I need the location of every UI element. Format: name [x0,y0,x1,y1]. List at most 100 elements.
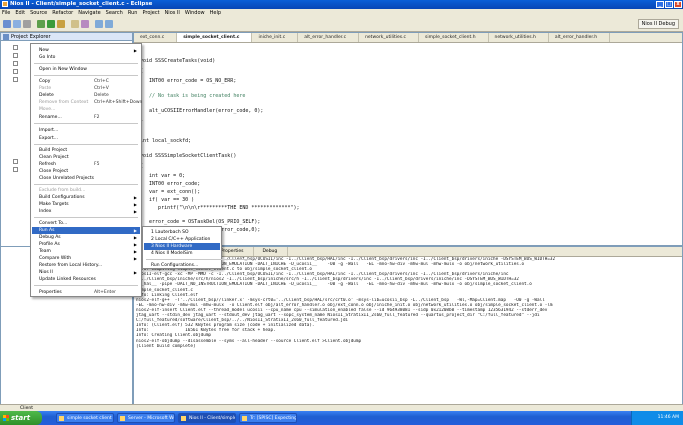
taskbar-button[interactable]: Server - Microsoft Wo... [117,413,175,423]
expand-icon[interactable] [13,61,18,66]
menu-item-build-project[interactable]: Build Project [32,147,140,154]
run-icon[interactable] [47,20,55,28]
open-type-icon[interactable] [71,20,79,28]
editor-tab[interactable]: network_utilities.c [359,33,419,42]
search-icon[interactable] [81,20,89,28]
tree-node[interactable] [13,77,20,83]
status-bar: Client [0,404,683,411]
menu-item-run-configurations[interactable]: Run Configurations... [144,262,220,269]
console-line: [Client build complete] [136,343,196,349]
menu-item-convert-to[interactable]: Convert To... [32,220,140,227]
start-button[interactable]: start [0,411,42,425]
menu-item-team[interactable]: Team ▶ [32,248,140,255]
menu-item-run-as[interactable]: Run As ▶ [32,227,140,234]
editor-tab[interactable]: alt_error_handler.h [549,33,611,42]
menu-navigate[interactable]: Navigate [78,9,100,17]
expand-icon[interactable] [13,69,18,74]
menu-item-4-nios-ii-modelsim[interactable]: 4 Nios II ModelSim [144,250,220,257]
print-icon[interactable] [23,20,31,28]
menu-item-go-into[interactable]: Go Into [32,54,140,61]
maximize-button[interactable]: □ [665,1,673,8]
menu-window[interactable]: Window [185,9,205,17]
close-button[interactable]: x [674,1,682,8]
menu-item-compare-with[interactable]: Compare With ▶ [32,255,140,262]
tab-debug[interactable]: Debug [254,247,289,256]
menu-source[interactable]: Source [30,9,47,17]
minimize-button[interactable]: _ [656,1,664,8]
menu-edit[interactable]: Edit [15,9,25,17]
new-icon[interactable] [3,20,11,28]
editor-tab[interactable]: iniche_init.c [252,33,299,42]
expand-icon[interactable] [13,77,18,82]
menu-item-new[interactable]: New ▶ [32,47,140,54]
menu-item-close-unrelated-projects[interactable]: Close Unrelated Projects [32,175,140,182]
menu-item-profile-as[interactable]: Profile As ▶ [32,241,140,248]
taskbar-button-active[interactable]: Nios II - Client/simple... [178,413,236,423]
menu-item-nios-ii[interactable]: Nios II ▶ [32,269,140,276]
menu-item-clean-project[interactable]: Clean Project [32,154,140,161]
editor-tab[interactable]: ext_conn.c [134,33,178,42]
menu-run[interactable]: Run [128,9,138,17]
external-tools-icon[interactable] [57,20,65,28]
menu-item-debug-as[interactable]: Debug As ▶ [32,234,140,241]
menu-item-open-in-new-window[interactable]: Open in New Window [32,66,140,73]
expand-icon[interactable] [13,167,18,172]
menu-item-copy[interactable]: Copy Ctrl+C [32,78,140,85]
menu-refactor[interactable]: Refactor [52,9,73,17]
menu-search[interactable]: Search [106,9,123,17]
tree-node[interactable] [13,159,20,165]
menu-item-move: Move... [32,106,140,113]
menu-item-export[interactable]: Export... [32,135,140,142]
context-menu: New ▶ Go Into Open in New Window Copy Ctrl+C P… [30,43,142,297]
menu-item-build-configurations[interactable]: Build Configurations ▶ [32,194,140,201]
menu-item-label: Go Into [39,55,56,60]
forward-icon[interactable] [105,20,113,28]
editor-tab[interactable]: alt_error_handler.c [298,33,360,42]
editor-tab[interactable]: simple_socket_client.h [419,33,489,42]
menu-item-3-nios-ii-hardware[interactable]: 3 Nios II Hardware [144,243,220,250]
menu-item-label: Properties [39,290,62,295]
tree-node[interactable] [13,61,20,67]
menu-item-delete[interactable]: Delete Delete [32,92,140,99]
perspective-label: Nios II Debug [641,21,675,27]
editor-tab[interactable]: network_utilities.h [489,33,549,42]
expand-icon[interactable] [13,45,18,50]
menu-project[interactable]: Project [142,9,159,17]
console-output[interactable]: niosII-elf-gcc -xc -MP -MMD -c -I../Clie… [134,257,682,405]
menu-item-update-linked-resources[interactable]: Update Linked Resources [32,276,140,283]
menu-file[interactable]: File [2,9,10,17]
code-line: if( var == 30 ) [140,197,195,203]
save-icon[interactable] [13,20,21,28]
tree-node[interactable] [13,53,20,59]
menu-shortcut: F5 [94,162,100,167]
debug-icon[interactable] [37,20,45,28]
tree-node[interactable] [13,45,20,51]
menu-item-make-targets[interactable]: Make Targets ▶ [32,201,140,208]
taskbar-button[interactable]: Tr: [SPISC] Expecting S... [239,413,297,423]
back-icon[interactable] [95,20,103,28]
menu-item-1-lauterbach-so[interactable]: 1 Lauterbach SO [144,229,220,236]
menu-item-label: Run Configurations... [151,263,199,268]
editor-tab-active[interactable]: simple_socket_client.c [177,33,253,42]
menu-item-index[interactable]: Index ▶ [32,208,140,215]
menu-item-label: Run As [39,228,55,233]
windows-taskbar: start simple socket client Server - Micr… [0,411,683,425]
menu-item-restore-from-local-history[interactable]: Restore from Local History... [32,262,140,269]
tree-node[interactable] [13,167,20,173]
menu-nios-ii[interactable]: Nios II [165,9,180,17]
menu-item-close-project[interactable]: Close Project [32,168,140,175]
menu-item-2-local-c-c-application[interactable]: 2 Local C/C++ Application [144,236,220,243]
expand-icon[interactable] [13,159,18,164]
tree-node[interactable] [13,69,20,75]
menu-item-label: New [39,48,49,53]
menu-help[interactable]: Help [210,9,221,17]
perspective-switcher[interactable]: Nios II Debug [637,19,679,29]
menu-item-rename[interactable]: Rename... F2 [32,114,140,121]
menu-item-refresh[interactable]: Refresh F5 [32,161,140,168]
code-text-area[interactable]: void SSSCreateTasks(void){ INT00 error_c… [134,43,682,245]
menu-item-properties[interactable]: Properties Alt+Enter [32,289,140,296]
taskbar-button[interactable]: simple socket client [56,413,114,423]
menu-item-import[interactable]: Import... [32,127,140,134]
project-explorer-tab[interactable]: Project Explorer [1,33,132,41]
expand-icon[interactable] [13,53,18,58]
